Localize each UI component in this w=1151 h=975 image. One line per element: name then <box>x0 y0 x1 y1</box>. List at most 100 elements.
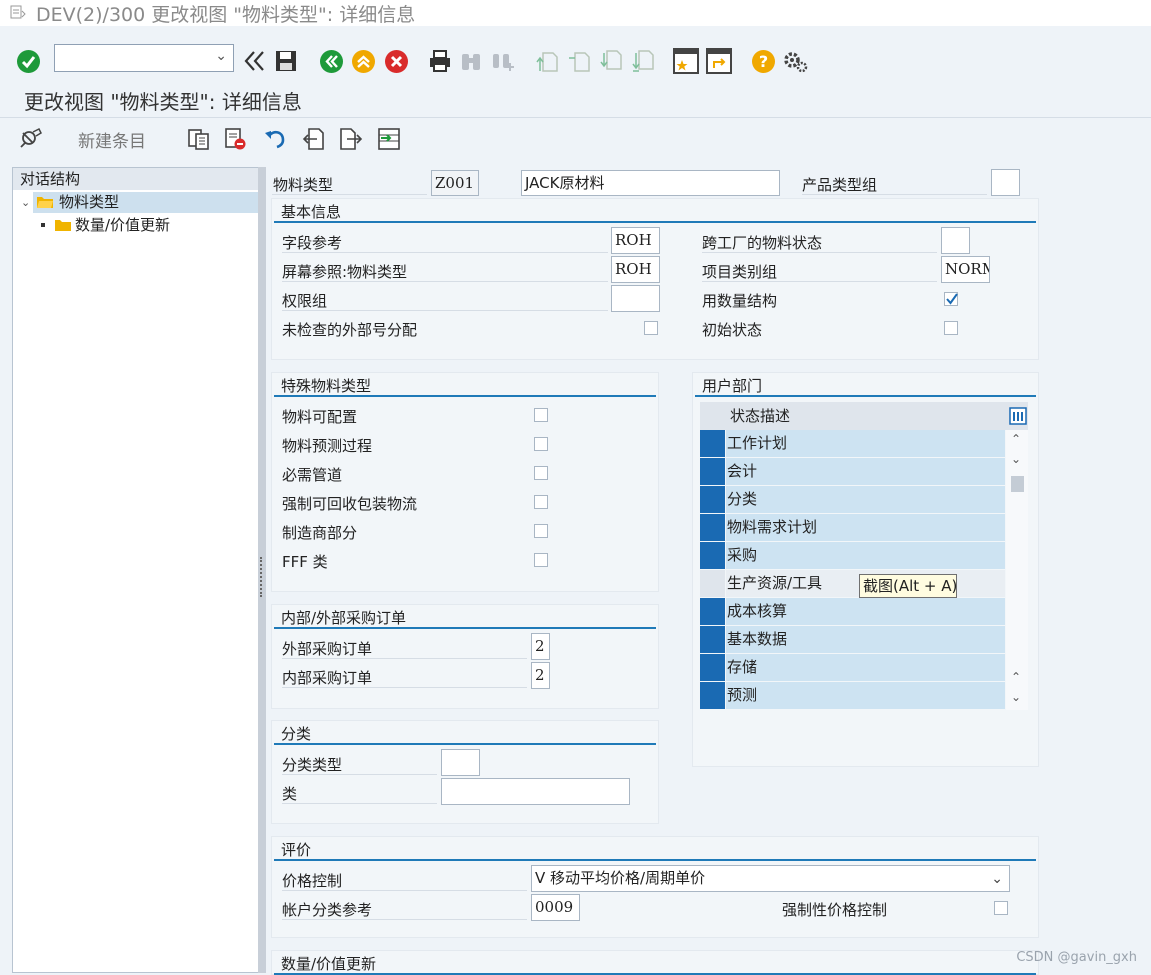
dialog-structure-panel: 对话结构 ⌄ 物料类型 数量/价值更新 <box>12 167 259 973</box>
table-cell: 分类 <box>726 486 1005 513</box>
pipeline-checkbox[interactable] <box>534 466 548 480</box>
configurable-checkbox[interactable] <box>534 408 548 422</box>
forced-price-control-checkbox[interactable] <box>994 901 1008 915</box>
tree-node-qty-value-update[interactable]: 数量/价值更新 <box>53 215 258 236</box>
table-row[interactable]: 分类 <box>700 486 1006 514</box>
field-reference-field[interactable]: ROH <box>611 227 660 254</box>
command-field[interactable]: ⌄ <box>54 44 234 72</box>
group-title: 内部/外部采购订单 <box>281 609 407 627</box>
window-menu-icon[interactable] <box>10 5 26 19</box>
tree-node-material-type[interactable]: 物料类型 <box>33 192 258 213</box>
row-selector[interactable] <box>700 486 725 513</box>
next-page-icon <box>598 48 624 74</box>
scroll-up-icon[interactable]: ⌃ <box>1011 432 1021 446</box>
print-icon[interactable] <box>427 48 453 74</box>
table-row[interactable]: 工作计划 <box>700 430 1006 458</box>
exit-icon[interactable] <box>350 48 376 74</box>
row-selector[interactable] <box>700 542 725 569</box>
material-type-field: Z001 <box>431 170 479 196</box>
group-title: 基本信息 <box>281 203 342 221</box>
group-title: 用户部门 <box>702 377 763 395</box>
next-entry-icon[interactable] <box>338 126 364 152</box>
select-all-icon[interactable] <box>376 126 402 152</box>
external-number-checkbox[interactable] <box>644 321 658 335</box>
table-row[interactable]: 成本核算 <box>700 598 1006 626</box>
panel-splitter[interactable] <box>258 167 266 973</box>
collapse-left-icon[interactable] <box>242 48 268 74</box>
initial-status-label: 初始状态 <box>702 321 763 339</box>
row-selector[interactable] <box>700 514 725 541</box>
gear-icon[interactable] <box>781 48 809 74</box>
delete-icon[interactable] <box>222 126 248 152</box>
tree-node-label: 数量/价值更新 <box>75 216 171 234</box>
row-selector[interactable] <box>700 570 725 597</box>
class-type-field[interactable] <box>441 749 480 776</box>
table-scrollbar[interactable]: ⌃ ⌄ ⌃ ⌄ <box>1006 430 1028 710</box>
cancel-icon[interactable] <box>383 48 409 74</box>
scroll-thumb[interactable] <box>1011 476 1024 492</box>
product-type-group-field[interactable] <box>991 169 1020 196</box>
group-title: 分类 <box>281 725 312 743</box>
back-icon[interactable] <box>318 48 344 74</box>
table-row[interactable]: 预测 <box>700 682 1006 710</box>
column-settings-icon[interactable] <box>1009 407 1027 425</box>
leaf-bullet-icon <box>41 223 45 227</box>
forecast-process-checkbox[interactable] <box>534 437 548 451</box>
fff-class-checkbox[interactable] <box>534 553 548 567</box>
quantity-structure-checkbox[interactable] <box>944 292 958 306</box>
create-session-icon[interactable] <box>672 47 700 75</box>
table-row[interactable]: 会计 <box>700 458 1006 486</box>
price-control-dropdown[interactable]: V 移动平均价格/周期单价 ⌄ <box>531 865 1010 892</box>
row-selector[interactable] <box>700 430 725 457</box>
enter-check-icon[interactable] <box>15 48 41 74</box>
account-category-field[interactable]: 0009 <box>531 894 580 921</box>
table-cell: 预测 <box>726 682 1005 709</box>
scroll-down-icon[interactable]: ⌄ <box>1011 452 1021 466</box>
cross-plant-status-label: 跨工厂的物料状态 <box>702 234 823 252</box>
internal-po-field[interactable]: 2 <box>531 662 550 689</box>
undo-icon[interactable] <box>262 126 288 152</box>
manufacturer-part-checkbox[interactable] <box>534 524 548 538</box>
table-row[interactable]: 存储 <box>700 654 1006 682</box>
table-row[interactable]: 生产资源/工具 <box>700 570 1006 598</box>
table-row[interactable]: 物料需求计划 <box>700 514 1006 542</box>
row-selector[interactable] <box>700 626 725 653</box>
help-icon[interactable]: ? <box>750 48 776 74</box>
quantity-structure-label: 用数量结构 <box>702 292 778 310</box>
save-icon[interactable] <box>273 48 299 74</box>
group-underline <box>274 859 1036 861</box>
scroll-page-down-icon[interactable]: ⌄ <box>1011 690 1021 704</box>
collapse-node-icon[interactable]: ⌄ <box>21 196 30 209</box>
row-selector[interactable] <box>700 682 725 709</box>
row-selector[interactable] <box>700 654 725 681</box>
table-row[interactable]: 采购 <box>700 542 1006 570</box>
column-header-status-description[interactable]: 状态描述 <box>730 402 790 430</box>
new-entries-button[interactable]: 新建条目 <box>78 127 146 152</box>
group-underline <box>274 395 656 397</box>
splitter-grip-icon[interactable] <box>260 557 264 597</box>
copy-as-icon[interactable] <box>186 126 212 152</box>
item-category-group-field[interactable]: NORM <box>941 256 990 283</box>
class-type-label: 分类类型 <box>282 756 343 774</box>
new-window-icon[interactable] <box>705 47 733 75</box>
row-selector[interactable] <box>700 598 725 625</box>
display-change-icon[interactable] <box>18 126 44 150</box>
chevron-down-icon[interactable]: ⌄ <box>215 48 227 64</box>
returnable-packaging-checkbox[interactable] <box>534 495 548 509</box>
divider <box>802 194 987 195</box>
folder-icon <box>55 220 71 231</box>
class-field[interactable] <box>441 778 630 805</box>
authorization-group-field[interactable] <box>611 285 660 312</box>
material-type-description-field[interactable]: JACK原材料 <box>521 170 780 196</box>
row-selector[interactable] <box>700 458 725 485</box>
chevron-down-icon[interactable]: ⌄ <box>991 867 1003 891</box>
external-po-field[interactable]: 2 <box>531 633 550 660</box>
screen-reference-field[interactable]: ROH <box>611 256 660 283</box>
forced-price-control-label: 强制性价格控制 <box>782 901 888 919</box>
cross-plant-status-field[interactable] <box>941 227 970 254</box>
initial-status-checkbox[interactable] <box>944 321 958 335</box>
scroll-page-up-icon[interactable]: ⌃ <box>1011 670 1021 684</box>
table-row[interactable]: 基本数据 <box>700 626 1006 654</box>
group-underline <box>274 221 1036 223</box>
previous-entry-icon[interactable] <box>300 126 326 152</box>
